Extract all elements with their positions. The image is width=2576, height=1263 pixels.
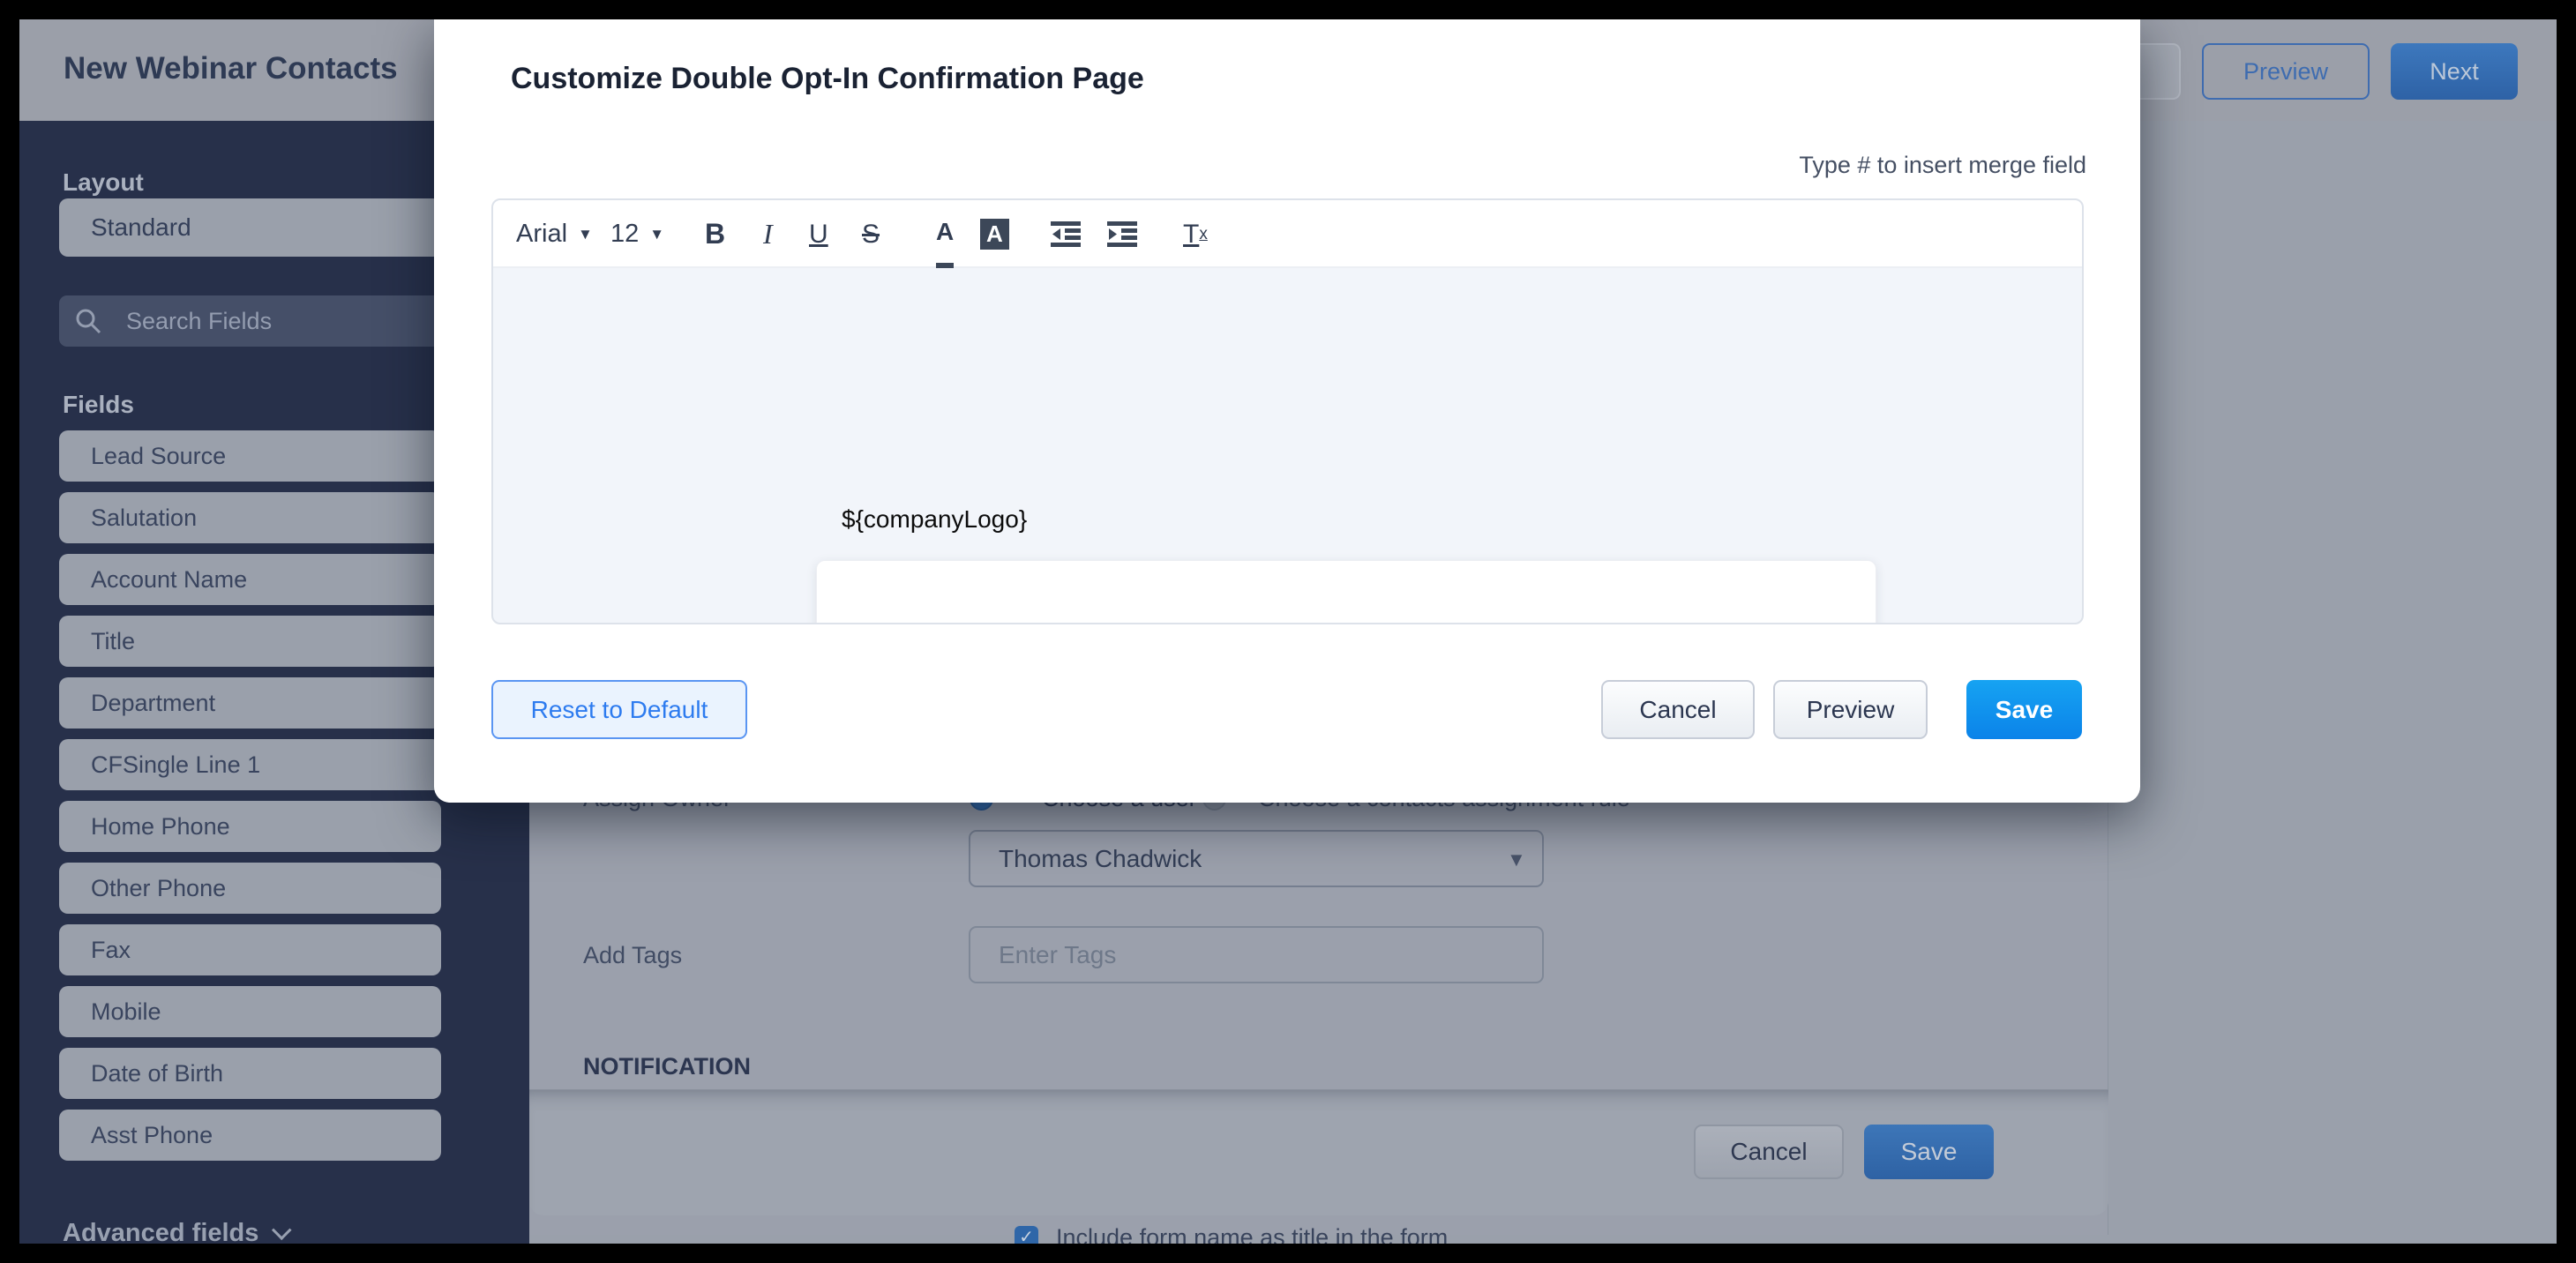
- field-chip[interactable]: Salutation: [59, 492, 441, 543]
- modal-title: Customize Double Opt-In Confirmation Pag…: [511, 62, 1144, 96]
- add-tags-label: Add Tags: [583, 942, 682, 969]
- outdent-button[interactable]: [1051, 200, 1081, 268]
- owner-select[interactable]: Thomas Chadwick: [969, 830, 1544, 887]
- include-form-name-row: ✓ Include form name as title in the form: [1015, 1224, 1448, 1244]
- field-chip[interactable]: Mobile: [59, 986, 441, 1037]
- tags-input[interactable]: Enter Tags: [969, 926, 1544, 983]
- clear-formatting-button[interactable]: Tx: [1183, 200, 1208, 268]
- field-chip[interactable]: Asst Phone: [59, 1110, 441, 1161]
- partially-hidden-button[interactable]: [2140, 43, 2181, 100]
- advanced-fields-label: Advanced fields: [63, 1219, 258, 1244]
- page-title: New Webinar Contacts: [64, 51, 398, 86]
- field-chip[interactable]: Title: [59, 616, 441, 667]
- underline-button[interactable]: U: [809, 200, 828, 268]
- app-window: New Webinar Contacts Preview Next Layout…: [19, 19, 2557, 1244]
- field-chip[interactable]: Department: [59, 677, 441, 729]
- outdent-icon: [1051, 221, 1081, 248]
- indent-button[interactable]: [1107, 200, 1137, 268]
- caret-down-icon: ▼: [578, 226, 593, 243]
- select-caret-icon: ▼: [1507, 848, 1526, 871]
- modal-cancel-button[interactable]: Cancel: [1601, 680, 1755, 739]
- strikethrough-button[interactable]: S: [862, 200, 880, 268]
- modal-preview-button[interactable]: Preview: [1773, 680, 1928, 739]
- italic-button[interactable]: I: [763, 200, 773, 268]
- company-logo-token[interactable]: ${companyLogo}: [842, 505, 1027, 534]
- confirmation-preview-card: i Please confirm your email. A configura…: [816, 560, 1876, 624]
- font-color-button[interactable]: A: [936, 200, 954, 268]
- merge-field-hint: Type # to insert merge field: [1799, 152, 2086, 179]
- field-chip[interactable]: Lead Source: [59, 430, 441, 482]
- indent-icon: [1107, 221, 1137, 248]
- caret-down-icon: ▼: [649, 226, 664, 243]
- field-chip[interactable]: Fax: [59, 924, 441, 975]
- screenshot-frame: New Webinar Contacts Preview Next Layout…: [0, 0, 2576, 1263]
- bold-button[interactable]: B: [705, 200, 725, 268]
- field-chip[interactable]: Account Name: [59, 554, 441, 605]
- advanced-fields-toggle[interactable]: Advanced fields: [63, 1219, 285, 1244]
- field-chip[interactable]: Date of Birth: [59, 1048, 441, 1099]
- font-family-dropdown[interactable]: Arial▼: [516, 200, 593, 268]
- rich-text-editor: Arial▼ 12▼ B I U S A A: [491, 198, 2084, 624]
- include-form-name-checkbox[interactable]: ✓: [1015, 1226, 1038, 1244]
- form-save-button[interactable]: Save: [1864, 1125, 1994, 1179]
- form-cancel-button[interactable]: Cancel: [1694, 1125, 1844, 1179]
- header-next-button[interactable]: Next: [2391, 43, 2518, 100]
- header-preview-button[interactable]: Preview: [2202, 43, 2370, 100]
- panel-footer-bar: Cancel Save: [529, 1089, 2108, 1215]
- include-form-name-label: Include form name as title in the form: [1056, 1224, 1448, 1244]
- field-chip[interactable]: Home Phone: [59, 801, 441, 852]
- editor-toolbar: Arial▼ 12▼ B I U S A A: [493, 200, 2082, 268]
- notification-section-label: NOTIFICATION: [583, 1053, 751, 1080]
- double-optin-modal: Customize Double Opt-In Confirmation Pag…: [434, 19, 2140, 803]
- highlight-color-button[interactable]: A: [980, 200, 1009, 268]
- field-chip[interactable]: Other Phone: [59, 863, 441, 914]
- reset-to-default-button[interactable]: Reset to Default: [491, 680, 747, 739]
- field-chip[interactable]: CFSingle Line 1: [59, 739, 441, 790]
- font-size-dropdown[interactable]: 12▼: [610, 200, 664, 268]
- modal-save-button[interactable]: Save: [1966, 680, 2082, 739]
